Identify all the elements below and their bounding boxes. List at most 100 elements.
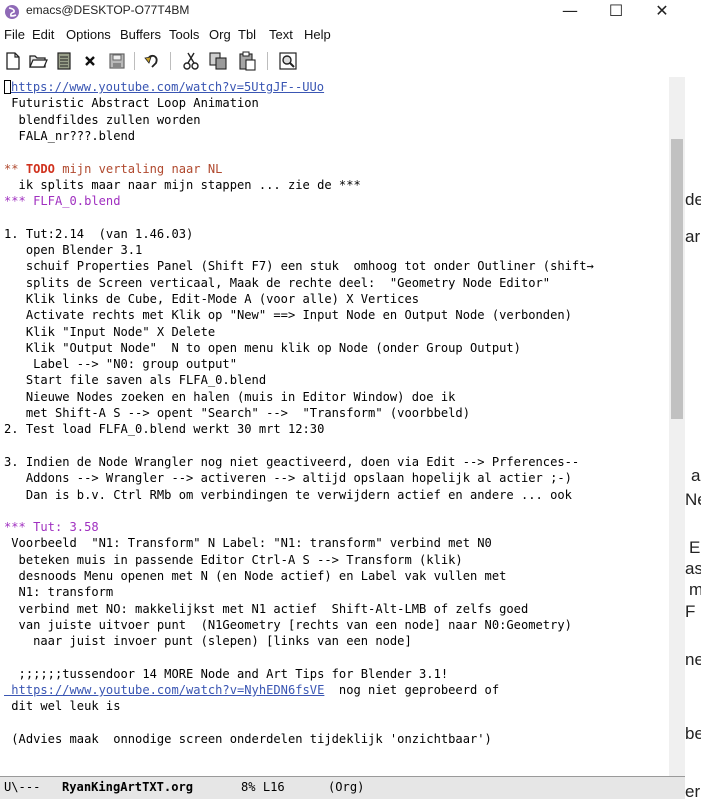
new-file-icon[interactable] <box>2 50 24 72</box>
buffer-line[interactable]: FALA_nr???.blend <box>4 128 136 144</box>
menu-edit[interactable]: Edit <box>32 27 54 42</box>
buffer-line[interactable]: N1: transform <box>4 584 114 600</box>
menu-file[interactable]: File <box>4 27 25 42</box>
close-icon: ✕ <box>655 1 669 20</box>
menu-text[interactable]: Text <box>269 27 293 42</box>
buffer-line[interactable]: beteken muis in passende Editor Ctrl-A S… <box>4 552 463 568</box>
line-text: 1. Tut:2.14 (van 1.46.03) <box>4 226 194 241</box>
undo-icon[interactable] <box>141 50 163 72</box>
buffer-line[interactable]: Voorbeeld "N1: Transform" N Label: "N1: … <box>4 535 492 551</box>
toolbar-separator <box>170 52 171 70</box>
modeline-position: 8% L16 <box>241 780 285 794</box>
editor-buffer[interactable]: https://www.youtube.com/watch?v=5UtgJF--… <box>0 77 669 776</box>
buffer-line[interactable]: Start file saven als FLFA_0.blend <box>4 372 266 388</box>
buffer-line[interactable]: dit wel leuk is <box>4 698 120 714</box>
line-text: Dan is b.v. Ctrl RMb om verbindingen te … <box>4 487 572 502</box>
menu-tbl[interactable]: Tbl <box>238 27 256 42</box>
emacs-app-icon <box>5 5 19 19</box>
line-text: Start file saven als FLFA_0.blend <box>4 373 267 388</box>
buffer-line[interactable]: *** FLFA_0.blend <box>4 193 121 209</box>
buffer-line[interactable]: schuif Properties Panel (Shift F7) een s… <box>4 258 594 274</box>
maximize-button[interactable]: ☐ <box>593 0 639 24</box>
cut-icon[interactable] <box>180 50 202 72</box>
line-text: verbind met NO: makkelijkst met N1 actie… <box>4 601 529 616</box>
url-link[interactable]: https://www.youtube.com/watch?v=NyhEDN6f… <box>4 683 324 697</box>
buffer-line[interactable]: ik splits maar naar mijn stappen ... zie… <box>4 177 361 193</box>
buffer-line[interactable]: blendfildes zullen worden <box>4 112 201 128</box>
modeline-major-mode: (Org) <box>328 780 365 794</box>
buffer-line[interactable]: https://www.youtube.com/watch?v=5UtgJF--… <box>4 79 324 95</box>
background-text-fragment: E <box>689 538 701 557</box>
buffer-line[interactable]: Klik links de Cube, Edit-Mode A (voor al… <box>4 291 419 307</box>
menu-buffers[interactable]: Buffers <box>120 27 161 42</box>
open-directory-icon[interactable] <box>53 50 75 72</box>
background-text-fragment: m <box>689 580 701 599</box>
paste-icon[interactable] <box>236 50 258 72</box>
buffer-line[interactable]: (Advies maak onnodige screen onderdelen … <box>4 731 492 747</box>
vertical-scrollbar[interactable] <box>669 77 685 776</box>
minimize-icon: — <box>562 1 578 20</box>
buffer-line[interactable]: Dan is b.v. Ctrl RMb om verbindingen te … <box>4 487 572 503</box>
line-text: Klik links de Cube, Edit-Mode A (voor al… <box>4 291 420 306</box>
buffer-line[interactable]: verbind met NO: makkelijkst met N1 actie… <box>4 601 529 617</box>
mode-line: U\--- RyanKingArtTXT.org 8% L16 (Org) <box>0 776 685 799</box>
line-text: Futuristic Abstract Loop Animation <box>4 96 259 111</box>
open-folder-icon[interactable] <box>27 50 49 72</box>
buffer-line[interactable]: *** Tut: 3.58 <box>4 519 99 535</box>
buffer-line[interactable]: desnoods Menu openen met N (en Node acti… <box>4 568 507 584</box>
buffer-line[interactable]: open Blender 3.1 <box>4 242 143 258</box>
buffer-line[interactable]: 3. Indien de Node Wrangler nog niet geac… <box>4 454 579 470</box>
buffer-line[interactable]: Label --> "N0: group output" <box>4 356 237 372</box>
buffer-line[interactable]: https://www.youtube.com/watch?v=NyhEDN6f… <box>4 682 499 698</box>
menu-help[interactable]: Help <box>304 27 331 42</box>
line-text: N1: transform <box>4 585 114 600</box>
copy-icon[interactable] <box>207 50 229 72</box>
close-window-button[interactable]: ✕ <box>639 0 685 24</box>
buffer-line[interactable]: splits de Screen verticaal, Maak de rech… <box>4 275 550 291</box>
url-link[interactable]: https://www.youtube.com/watch?v=5UtgJF--… <box>11 80 324 94</box>
background-text-fragment: as <box>685 559 701 578</box>
org-heading: *** Tut: 3.58 <box>4 520 99 535</box>
toolbar-separator <box>134 52 135 70</box>
menu-options[interactable]: Options <box>66 27 111 42</box>
menu-org[interactable]: Org <box>209 27 231 42</box>
background-text-fragment: Ne <box>685 490 701 509</box>
buffer-line[interactable]: Futuristic Abstract Loop Animation <box>4 95 259 111</box>
emacs-window: emacs@DESKTOP-O77T4BM — ☐ ✕ File Edit Op… <box>0 0 685 800</box>
scrollbar-thumb[interactable] <box>671 139 683 419</box>
line-text: ik splits maar naar mijn stappen ... zie… <box>4 177 361 192</box>
line-text: van juiste uitvoer punt (N1Geometry [rec… <box>4 617 572 632</box>
buffer-line[interactable]: van juiste uitvoer punt (N1Geometry [rec… <box>4 617 572 633</box>
buffer-line[interactable]: Klik "Input Node" X Delete <box>4 324 215 340</box>
modeline-buffer-name: RyanKingArtTXT.org <box>62 780 194 794</box>
line-text: FALA_nr???.blend <box>4 128 136 143</box>
buffer-line[interactable]: ** TODO mijn vertaling naar NL <box>4 161 222 177</box>
search-icon[interactable] <box>277 50 299 72</box>
menu-tools[interactable]: Tools <box>169 27 199 42</box>
line-text: Nieuwe Nodes zoeken en halen (muis in Ed… <box>4 389 456 404</box>
save-icon[interactable] <box>106 50 128 72</box>
line-text: nog niet geprobeerd of <box>324 683 500 698</box>
background-text-fragment: F <box>685 602 696 621</box>
buffer-line[interactable]: Klik "Output Node" N to open menu klik o… <box>4 340 521 356</box>
line-text: (Advies maak onnodige screen onderdelen … <box>4 732 492 746</box>
buffer-line[interactable]: naar juist invoer punt (slepen) [links v… <box>4 633 412 649</box>
tool-bar <box>0 46 685 76</box>
buffer-line[interactable]: Activate rechts met Klik op "New" ==> In… <box>4 307 572 323</box>
line-text: desnoods Menu openen met N (en Node acti… <box>4 569 507 583</box>
buffer-line[interactable]: 1. Tut:2.14 (van 1.46.03) <box>4 226 193 242</box>
buffer-line[interactable]: Nieuwe Nodes zoeken en halen (muis in Ed… <box>4 389 456 405</box>
line-text: beteken muis in passende Editor Ctrl-A S… <box>4 552 463 567</box>
maximize-icon: ☐ <box>608 1 624 20</box>
title-bar[interactable]: emacs@DESKTOP-O77T4BM — ☐ ✕ <box>0 0 685 24</box>
line-text: Activate rechts met Klik op "New" ==> In… <box>4 308 572 323</box>
buffer-line[interactable]: ;;;;;;tussendoor 14 MORE Node and Art Ti… <box>4 666 449 682</box>
close-buffer-icon[interactable] <box>79 50 101 72</box>
buffer-line[interactable]: 2. Test load FLFA_0.blend werkt 30 mrt 1… <box>4 421 324 437</box>
buffer-line[interactable]: met Shift-A S --> opent "Search" --> "Tr… <box>4 405 470 421</box>
org-heading: *** FLFA_0.blend <box>4 194 121 209</box>
background-window-strip: de ar a Ne E as m F ne be er <box>685 0 701 800</box>
line-text: Label --> "N0: group output" <box>4 357 237 372</box>
buffer-line[interactable]: Addons --> Wrangler --> activeren --> al… <box>4 470 572 486</box>
minimize-button[interactable]: — <box>547 0 593 24</box>
